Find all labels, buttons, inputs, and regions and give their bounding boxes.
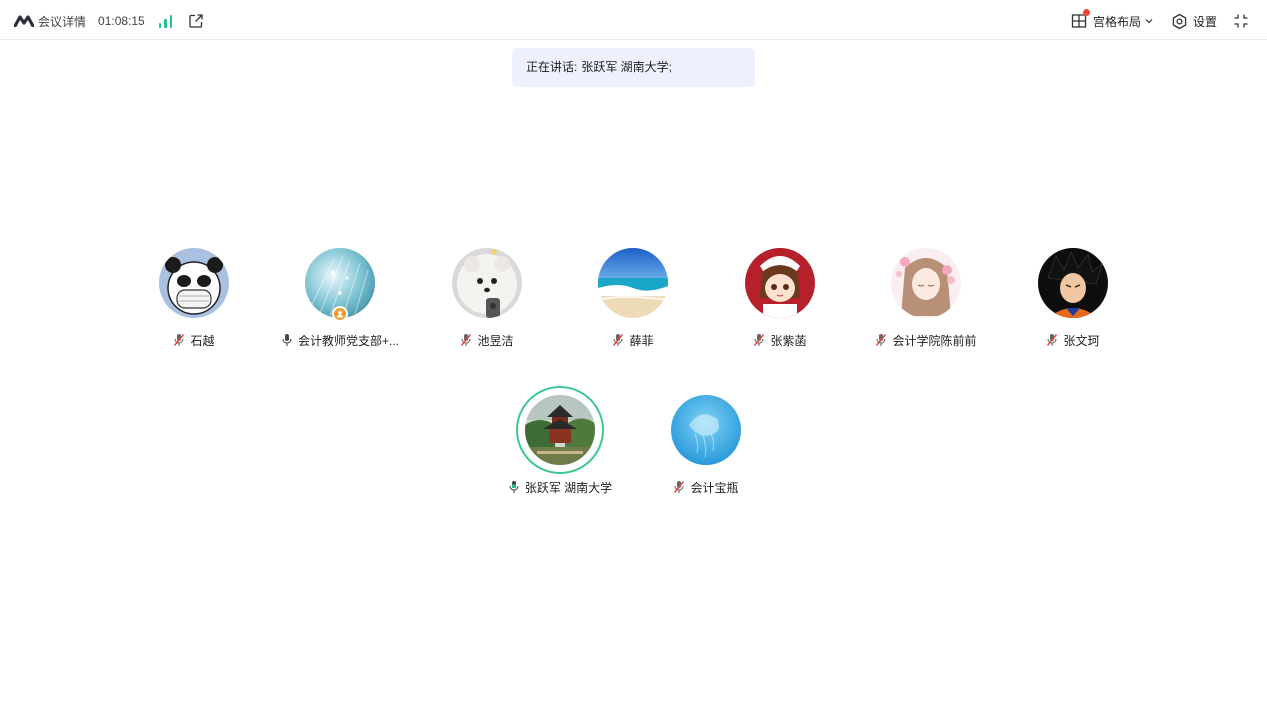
network-signal-icon[interactable] xyxy=(158,14,173,28)
mic-muted-icon xyxy=(613,334,624,346)
host-badge-icon xyxy=(332,306,348,322)
mic-icon xyxy=(282,334,292,346)
speaking-prefix: 正在讲话: xyxy=(526,60,578,74)
goku-avatar xyxy=(1038,248,1108,318)
mic-muted-icon xyxy=(461,334,472,346)
app-logo-icon xyxy=(14,15,34,27)
mic-muted-icon xyxy=(876,334,887,346)
mic-muted-icon xyxy=(174,334,185,346)
meeting-timer: 01:08:15 xyxy=(98,14,145,28)
anime-girl-avatar xyxy=(745,248,815,318)
pomeranian-avatar xyxy=(452,248,522,318)
notification-dot xyxy=(1082,9,1090,16)
mic-muted-icon xyxy=(674,481,685,493)
participant-name: 张紫菡 xyxy=(770,333,807,348)
jellyfish-avatar xyxy=(671,395,741,465)
participant-name: 石越 xyxy=(190,333,215,348)
pagoda-avatar xyxy=(525,395,595,465)
speaking-speaker: 张跃军 湖南大学; xyxy=(581,60,673,74)
meeting-details-link[interactable]: 会议详情 xyxy=(38,13,86,30)
settings-button[interactable]: 设置 xyxy=(1171,13,1217,30)
pink-flower-girl-avatar xyxy=(891,248,961,318)
mic-speaking-icon xyxy=(509,481,519,493)
participant-name: 张文珂 xyxy=(1063,333,1100,348)
top-bar: 会议详情 01:08:15 宫格布局 设置 xyxy=(0,0,1267,40)
mic-muted-icon xyxy=(1047,334,1058,346)
gear-icon xyxy=(1172,13,1187,29)
participant-name: 会计学院陈前前 xyxy=(892,333,977,348)
beach-avatar xyxy=(598,248,668,318)
grid-layout-button[interactable]: 宫格布局 xyxy=(1071,9,1153,30)
participant-name: 薛菲 xyxy=(629,333,654,348)
participant-name: 会计教师党支部+... xyxy=(297,333,399,348)
chevron-down-icon xyxy=(1145,19,1153,24)
top-bar-left: 会议详情 01:08:15 xyxy=(14,12,204,30)
speaking-banner: 正在讲话: 张跃军 湖南大学; xyxy=(512,48,755,87)
participant-name: 会计宝瓶 xyxy=(690,480,739,495)
panda-avatar xyxy=(159,248,229,318)
share-icon[interactable] xyxy=(188,13,204,29)
settings-label: 设置 xyxy=(1192,14,1217,29)
exit-fullscreen-icon[interactable] xyxy=(1233,13,1249,29)
participant-name: 池昱洁 xyxy=(477,333,514,348)
grid-layout-label: 宫格布局 xyxy=(1092,14,1141,29)
participant-name: 张跃军 湖南大学 xyxy=(524,480,613,495)
top-bar-right: 宫格布局 设置 xyxy=(1071,9,1249,30)
mic-muted-icon xyxy=(754,334,765,346)
